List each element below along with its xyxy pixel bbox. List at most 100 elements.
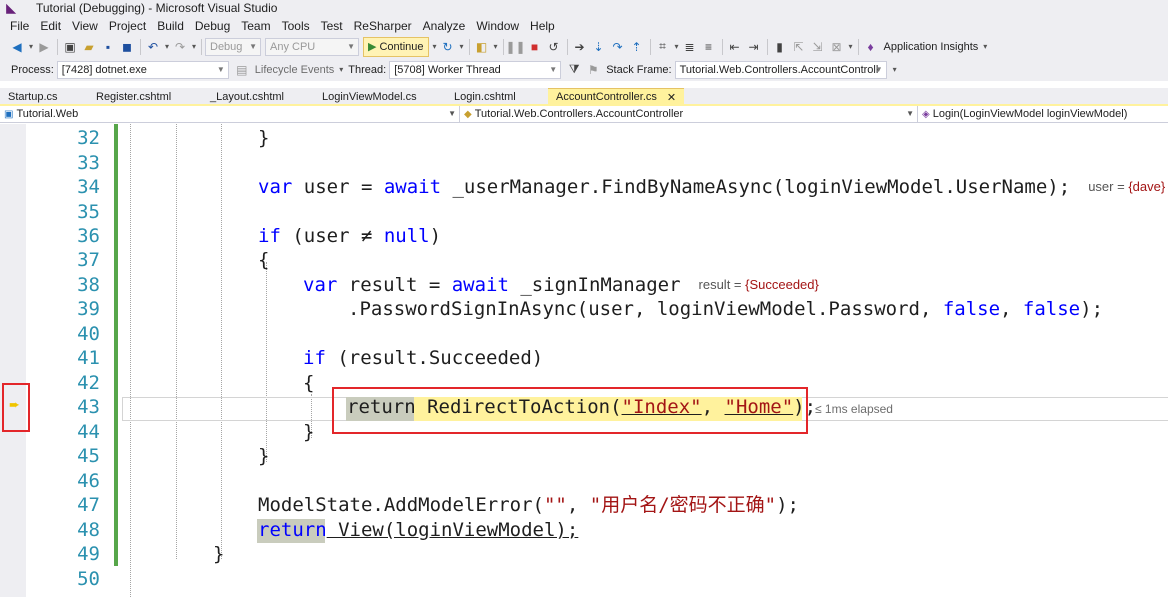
code-token: _signInManager: [508, 274, 681, 296]
back-icon[interactable]: ◀: [8, 38, 26, 56]
stop-icon[interactable]: ■: [526, 38, 544, 56]
code-text[interactable]: ModelState.AddModelError("", "用户名/密码不正确"…: [258, 493, 799, 518]
save-icon[interactable]: ▪: [99, 38, 117, 56]
redo-icon[interactable]: ↷: [171, 38, 189, 56]
step-over-icon[interactable]: ↷: [609, 38, 627, 56]
code-text[interactable]: {: [258, 248, 269, 273]
uncomment-icon[interactable]: ≡: [700, 38, 718, 56]
application-insights-icon[interactable]: ♦: [862, 38, 880, 56]
menu-test[interactable]: Test: [317, 19, 350, 33]
code-text[interactable]: return View(loginViewModel);: [258, 518, 578, 543]
debug-options-dropdown-icon[interactable]: ▾: [673, 42, 681, 51]
tab-loginviewmodel-cs[interactable]: LoginViewModel.cs: [314, 88, 446, 105]
close-icon[interactable]: ✕: [667, 91, 676, 104]
code-text[interactable]: if (user ≠ null): [258, 224, 441, 249]
filter-threads-icon[interactable]: ⧩: [565, 61, 583, 79]
refresh-dropdown-icon[interactable]: ▾: [458, 42, 466, 51]
code-text[interactable]: }: [213, 542, 224, 567]
thread-label: Thread:: [348, 63, 387, 76]
lifecycle-dropdown-icon[interactable]: ▾: [337, 65, 345, 74]
line-number: 45: [77, 445, 100, 467]
instruction-pointer-arrow-icon[interactable]: ➨: [9, 398, 23, 412]
menu-window[interactable]: Window: [472, 19, 526, 33]
application-insights-dropdown-icon[interactable]: ▾: [981, 42, 989, 51]
undo-icon[interactable]: ↶: [144, 38, 162, 56]
tab-login-cshtml[interactable]: Login.cshtml: [446, 88, 548, 105]
stack-frame-select[interactable]: Tutorial.Web.Controllers.AccountControll…: [674, 60, 887, 79]
code-line: 35: [0, 200, 1168, 225]
tab-layout-cshtml[interactable]: _Layout.cshtml: [202, 88, 314, 105]
code-text[interactable]: .PasswordSignInAsync(user, loginViewMode…: [348, 297, 1103, 322]
menu-file[interactable]: File: [6, 19, 36, 33]
tab-accountcontroller-cs[interactable]: AccountController.cs ✕: [548, 88, 685, 105]
new-project-icon[interactable]: ▣: [61, 38, 79, 56]
menu-project[interactable]: Project: [105, 19, 153, 33]
solution-platform-select[interactable]: Any CPU ▼: [265, 37, 359, 56]
redo-dropdown-icon[interactable]: ▾: [190, 42, 198, 51]
thread-select[interactable]: [5708] Worker Thread ▼: [389, 60, 562, 79]
toolbar-separator: [766, 38, 768, 55]
refresh-icon[interactable]: ↻: [439, 38, 457, 56]
flag-threads-icon[interactable]: ⚑: [584, 61, 602, 79]
save-all-icon[interactable]: ◼: [118, 38, 136, 56]
code-token: );: [776, 494, 799, 516]
back-dropdown-icon[interactable]: ▾: [27, 42, 35, 51]
line-number: 40: [77, 323, 100, 345]
lifecycle-events-icon[interactable]: ▤: [233, 61, 251, 79]
code-text[interactable]: }: [258, 444, 269, 469]
menu-help[interactable]: Help: [526, 19, 562, 33]
type-select[interactable]: ◆ Tutorial.Web.Controllers.AccountContro…: [460, 106, 918, 122]
continue-label: Continue: [379, 40, 424, 53]
next-bookmark-icon[interactable]: ⇲: [809, 38, 827, 56]
member-select[interactable]: ◈ Login(LoginViewModel loginViewModel): [918, 106, 1168, 122]
tab-startup-cs[interactable]: Startup.cs: [0, 88, 88, 105]
code-text[interactable]: var result = await _signInManager result …: [303, 273, 819, 298]
datatip-result[interactable]: result = {Succeeded}: [699, 277, 819, 292]
menu-tools[interactable]: Tools: [278, 19, 317, 33]
forward-icon[interactable]: ▶: [35, 38, 53, 56]
show-next-statement-icon[interactable]: ➔: [571, 38, 589, 56]
tab-register-cshtml[interactable]: Register.cshtml: [88, 88, 202, 105]
menu-edit[interactable]: Edit: [36, 19, 68, 33]
menu-view[interactable]: View: [68, 19, 105, 33]
bookmark-icon[interactable]: ▮: [771, 38, 789, 56]
menu-resharper[interactable]: ReSharper: [350, 19, 419, 33]
previous-bookmark-icon[interactable]: ⇱: [790, 38, 808, 56]
browser-link-dropdown-icon[interactable]: ▾: [492, 42, 500, 51]
code-text[interactable]: }: [303, 420, 314, 445]
browser-link-icon[interactable]: ◧: [473, 38, 491, 56]
toolbar-overflow-icon[interactable]: ▾: [891, 65, 899, 74]
process-select[interactable]: [7428] dotnet.exe ▼: [56, 60, 229, 79]
step-into-icon[interactable]: ⇣: [590, 38, 608, 56]
continue-button[interactable]: ▶ Continue: [363, 36, 429, 57]
lifecycle-events-button[interactable]: Lifecycle Events: [255, 64, 334, 76]
indent-icon[interactable]: ⇥: [745, 38, 763, 56]
clear-bookmarks-icon[interactable]: ⊠: [828, 38, 846, 56]
undo-dropdown-icon[interactable]: ▾: [163, 42, 171, 51]
keyword-await: await: [451, 274, 509, 296]
menu-analyze[interactable]: Analyze: [419, 19, 473, 33]
perftip-elapsed[interactable]: ≤ 1ms elapsed: [815, 402, 893, 416]
datatip-user[interactable]: user = {dave}: [1088, 179, 1165, 194]
menu-team[interactable]: Team: [237, 19, 277, 33]
menu-debug[interactable]: Debug: [191, 19, 237, 33]
step-out-icon[interactable]: ⇡: [628, 38, 646, 56]
project-select[interactable]: ▣ Tutorial.Web ▼: [0, 106, 460, 122]
menu-build[interactable]: Build: [153, 19, 191, 33]
outdent-icon[interactable]: ⇤: [726, 38, 744, 56]
comment-icon[interactable]: ≣: [681, 38, 699, 56]
hex-display-icon[interactable]: ⌗: [654, 38, 672, 56]
pause-icon[interactable]: ❚❚: [505, 38, 525, 56]
open-file-icon[interactable]: ▰: [80, 38, 98, 56]
code-text[interactable]: }: [258, 126, 269, 151]
continue-dropdown-icon[interactable]: ▾: [431, 42, 439, 51]
code-text[interactable]: if (result.Succeeded): [303, 346, 543, 371]
bookmark-dropdown-icon[interactable]: ▾: [847, 42, 855, 51]
toolbar-separator: [502, 38, 504, 55]
restart-icon[interactable]: ↺: [545, 38, 563, 56]
code-text[interactable]: var user = await _userManager.FindByName…: [258, 175, 1165, 200]
code-editor[interactable]: 32 } 33 34 var user = await _userManager…: [0, 124, 1168, 597]
solution-configuration-select[interactable]: Debug ▼: [205, 37, 261, 56]
application-insights-button[interactable]: Application Insights: [884, 41, 979, 53]
code-text[interactable]: {: [303, 371, 314, 396]
